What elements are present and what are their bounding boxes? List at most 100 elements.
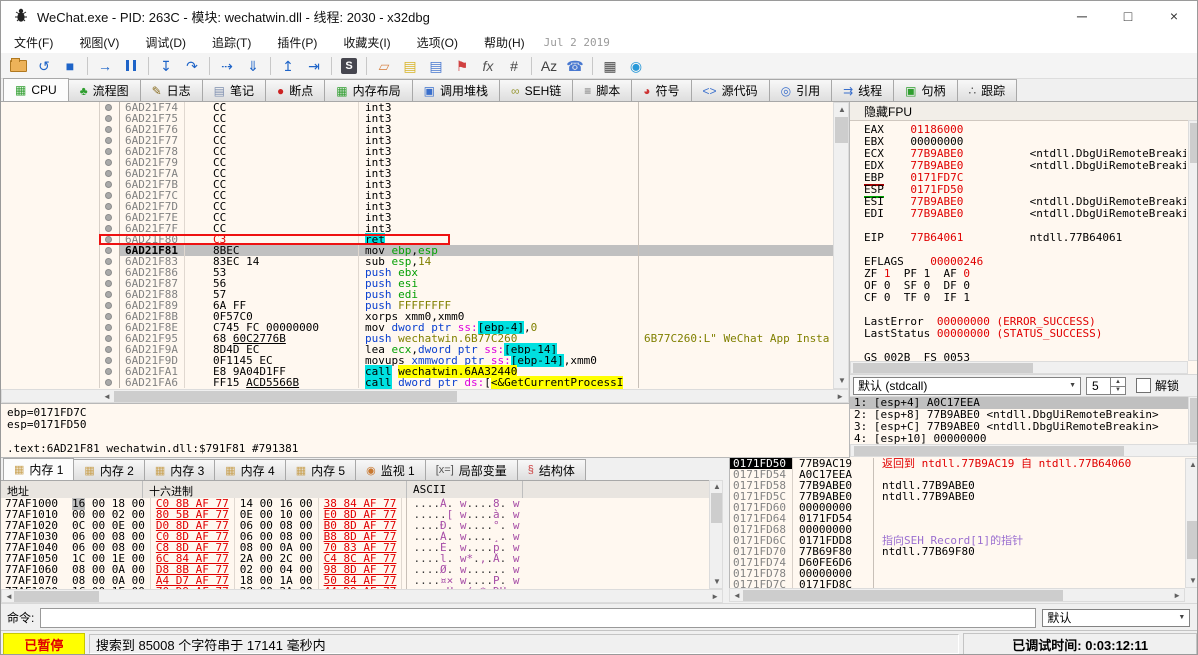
tab-watch-1[interactable]: ◉监视 1 [355,459,426,480]
args-hthumb[interactable] [854,446,1124,456]
menu-item[interactable]: 插件(P) [264,32,330,53]
tab-memory-4[interactable]: ▦内存 4 [214,459,285,480]
breakpoint-dot[interactable] [99,179,120,190]
registers-hscrollbar[interactable] [850,361,1188,374]
scylla-button[interactable]: S [337,55,361,77]
menu-item[interactable]: 选项(O) [404,32,471,53]
tab-log[interactable]: ✎日志 [140,79,203,101]
disasm-hthumb[interactable] [114,391,457,402]
breakpoint-dot[interactable] [99,366,120,377]
memory-vscrollbar[interactable]: ▲ ▼ [709,480,723,589]
breakpoint-dot[interactable] [99,322,120,333]
tab-symbols[interactable]: ◕符号 [631,79,691,101]
tab-breakpoints[interactable]: ●断点 [265,79,325,101]
labels-button[interactable]: ▤ [424,55,448,77]
memory-vthumb[interactable] [711,493,722,523]
breakpoint-dot[interactable] [99,278,120,289]
tab-notes[interactable]: ▤笔记 [202,79,266,101]
maximize-button[interactable]: □ [1105,1,1151,31]
tab-call-stack[interactable]: ▣调用堆栈 [412,79,500,101]
step-back-button[interactable]: ↥ [276,55,300,77]
spinner-down-icon[interactable]: ▼ [1110,386,1125,394]
patches-button[interactable]: ▱ [372,55,396,77]
register-line[interactable]: EIP 77B64061 ntdll.77B64061 [864,232,1186,244]
registers-hthumb[interactable] [853,363,1033,373]
tab-handles[interactable]: ▣句柄 [893,79,957,101]
breakpoint-dot[interactable] [99,201,120,212]
disasm-row[interactable]: 6AD21F80C3ret [1,234,833,245]
breakpoint-dot[interactable] [99,124,120,135]
memory-hthumb[interactable] [14,591,99,602]
stack-hthumb[interactable] [743,590,1063,601]
menu-item[interactable]: 帮助(H) [471,32,538,53]
breakpoint-dot[interactable] [99,146,120,157]
breakpoint-dot[interactable] [99,223,120,234]
step-over-button[interactable]: ↷ [180,55,204,77]
run-button[interactable]: → [93,55,117,77]
strings-button[interactable]: Az [537,55,561,77]
register-line[interactable]: CF 0 TF 0 IF 1 [864,292,1186,304]
breakpoint-dot[interactable] [99,289,120,300]
register-line[interactable]: EDI 77B9ABE0 <ntdll.DbgUiRemoteBreakin> [864,208,1186,220]
memory-hscrollbar[interactable]: ◄ ► [1,589,723,603]
breakpoint-dot[interactable] [99,135,120,146]
tab-script[interactable]: ≡脚本 [572,79,632,101]
calling-convention-dropdown[interactable]: 默认 (stdcall) ▼ [853,377,1081,395]
register-line[interactable]: LastStatus 00000000 (STATUS_SUCCESS) [864,328,1186,340]
menu-item[interactable]: 追踪(T) [199,32,264,53]
breakpoint-dot[interactable] [99,333,120,344]
column-header-address[interactable]: 地址 [1,481,143,499]
calculator-button[interactable]: ▦ [598,55,622,77]
call-phone-button[interactable]: ☎ [563,55,587,77]
command-profile-dropdown[interactable]: 默认 ▼ [1042,609,1190,627]
tab-seh[interactable]: ∞SEH链 [499,79,573,101]
stack-row[interactable]: 0171FD7C0171FD8C [730,579,1186,588]
stack-vthumb[interactable] [1187,521,1198,559]
open-file-button[interactable] [6,55,30,77]
run-to-user-code-button[interactable]: ⇥ [302,55,326,77]
tab-memory-5[interactable]: ▦内存 5 [285,459,356,480]
unlock-checkbox[interactable] [1136,378,1151,393]
column-header-hex[interactable]: 十六进制 [143,481,407,499]
tab-memory-1[interactable]: ▦内存 1 [3,458,74,480]
tab-locals[interactable]: [x=]局部变量 [425,459,518,480]
step-out-button[interactable]: ⇓ [241,55,265,77]
menu-item[interactable]: 收藏夹(I) [330,32,403,53]
menu-item[interactable]: 文件(F) [1,32,66,53]
registers-vthumb[interactable] [1190,123,1198,163]
breakpoint-dot[interactable] [99,311,120,322]
pause-button[interactable] [119,55,143,77]
command-input[interactable] [40,608,1036,628]
breakpoint-dot[interactable] [99,190,120,201]
bookmarks-button[interactable]: ⚑ [450,55,474,77]
execute-till-return-button[interactable]: ⇢ [215,55,239,77]
disasm-vthumb[interactable] [835,117,848,143]
restart-button[interactable]: ↺ [32,55,56,77]
breakpoint-dot[interactable] [99,157,120,168]
breakpoint-dot[interactable] [99,355,120,366]
stack-hscrollbar[interactable]: ◄ ► [729,588,1185,602]
tab-memory-map[interactable]: ▦内存布局 [324,79,412,101]
hide-fpu-button[interactable]: 隐藏FPU [850,102,1198,121]
breakpoint-dot[interactable] [99,102,120,113]
memory-dump-rows[interactable]: 77AF100016 00 18 00C0 8B AF 7714 00 16 0… [1,498,709,589]
tab-references[interactable]: ◎引用 [769,79,833,101]
tab-struct[interactable]: §结构体 [517,459,586,480]
tab-threads[interactable]: ⇉线程 [831,79,894,101]
stop-button[interactable]: ■ [58,55,82,77]
stack-view[interactable]: 0171FD5077B9AC19返回到 ntdll.77B9AC19 自 ntd… [729,458,1186,588]
args-hscrollbar[interactable] [850,444,1198,457]
hash-button[interactable]: # [502,55,526,77]
registers-vscrollbar[interactable] [1188,120,1198,361]
tab-memory-3[interactable]: ▦内存 3 [144,459,215,480]
breakpoint-dot[interactable] [99,256,120,267]
tab-memory-2[interactable]: ▦内存 2 [73,459,144,480]
tab-source[interactable]: <>源代码 [691,79,770,101]
comments-button[interactable]: ▤ [398,55,422,77]
breakpoint-dot[interactable] [99,377,120,388]
menu-item[interactable]: 调试(D) [132,32,199,53]
breakpoint-dot[interactable] [99,344,120,355]
tab-trace[interactable]: ∴跟踪 [957,79,1018,101]
stack-vscrollbar[interactable]: ▲ ▼ [1185,458,1198,588]
breakpoint-dot[interactable] [99,113,120,124]
